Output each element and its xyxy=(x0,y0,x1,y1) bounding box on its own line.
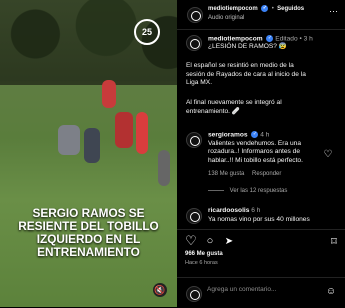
more-options-icon[interactable]: ⋯ xyxy=(329,7,338,16)
audio-label[interactable]: Audio original xyxy=(208,15,244,21)
comment-age: 6 h xyxy=(251,207,261,214)
comment-avatar[interactable] xyxy=(186,132,202,148)
post-author[interactable]: mediotiempocom ✓ • Seguidos xyxy=(208,5,304,12)
replies-toggle[interactable]: Ver las 12 respuestas xyxy=(208,187,287,196)
caption-line: ¿LESIÓN DE RAMOS? 😰 xyxy=(208,43,287,50)
video-caption: SERGIO RAMOS SE RESIENTE DEL TOBILLO IZQ… xyxy=(18,206,159,259)
post-actions: ♡ ○ ➤ ⌑ xyxy=(177,229,345,262)
comment-composer: Agrega un comentario... ☺ xyxy=(177,277,345,308)
post-media[interactable]: 25 SERGIO RAMOS SE RESIENTE DEL TOBILLO … xyxy=(0,0,177,307)
comment-meta: 138 Me gusta Responder xyxy=(208,170,281,179)
current-user-avatar xyxy=(186,286,202,302)
caption-line: El español se resintió en medio de la xyxy=(186,62,294,69)
post-body: mediotiempocom ✓ Editado • 3 h ¿LESIÓN D… xyxy=(177,35,345,230)
player-figure xyxy=(136,112,148,154)
comment-text: rozadura..! Informaros antes de xyxy=(208,148,300,156)
share-icon[interactable]: ➤ xyxy=(223,235,235,247)
player-figure xyxy=(158,150,170,186)
comment-username[interactable]: ricardoosolis xyxy=(208,207,249,214)
player-figure xyxy=(58,125,80,155)
player-figure xyxy=(102,80,116,108)
emoji-icon[interactable]: ☺ xyxy=(325,285,337,297)
post-username[interactable]: mediotiempocom xyxy=(208,35,263,42)
post-age: 3 h xyxy=(303,35,313,43)
author-avatar[interactable] xyxy=(186,35,202,51)
comment-text: Ya nomas vino por sus 40 millones xyxy=(208,215,310,223)
reply-button[interactable]: Responder xyxy=(252,171,281,177)
mute-button[interactable]: 🔇 xyxy=(153,283,167,297)
verified-icon: ✓ xyxy=(251,131,259,138)
post-sidebar: mediotiempocom ✓ • Seguidos Audio origin… xyxy=(177,0,345,307)
comment-author-line: ricardoosolis 6 h xyxy=(208,207,260,216)
username[interactable]: mediotiempocom xyxy=(208,6,258,12)
comment-avatar[interactable] xyxy=(186,208,202,224)
caption-line: Al final nuevamente se integró al xyxy=(186,99,282,106)
caption-line: Liga MX. xyxy=(186,79,213,87)
caption-line: sesión de Rayados de cara al inicio de l… xyxy=(186,70,306,78)
comment-icon[interactable]: ○ xyxy=(204,235,216,247)
bookmark-icon[interactable]: ⌑ xyxy=(328,235,340,248)
channel-logo: 25 xyxy=(134,19,160,45)
player-figure xyxy=(84,128,100,163)
comment-username[interactable]: sergioramos xyxy=(208,131,248,138)
speaker-muted-icon: 🔇 xyxy=(154,284,166,295)
comment-age: 4 h xyxy=(260,131,270,139)
comment-text: hablar..!! Mi tobillo está perfecto. xyxy=(208,156,303,164)
post-time: Hace 6 horas xyxy=(185,260,218,266)
caption-line: entrenamiento. 🩹 xyxy=(186,107,241,115)
comment-author-line: sergioramos ✓ 4 h xyxy=(208,131,269,140)
avatar[interactable] xyxy=(187,7,203,23)
like-heart-icon[interactable]: ♡ xyxy=(185,233,197,248)
comment-likes[interactable]: 138 Me gusta xyxy=(208,171,244,177)
player-figure xyxy=(115,112,133,148)
comment-input[interactable]: Agrega un comentario... xyxy=(207,286,276,293)
verified-icon: ✓ xyxy=(261,5,269,12)
likes-count[interactable]: 966 Me gusta xyxy=(185,251,223,257)
comment-text: Valientes vendehumos. Era una xyxy=(208,139,301,147)
replies-toggle-label[interactable]: Ver las 12 respuestas xyxy=(230,188,288,194)
verified-icon: ✓ xyxy=(266,35,274,42)
post-header: mediotiempocom ✓ • Seguidos Audio origin… xyxy=(177,0,345,30)
post-edited: Editado xyxy=(275,35,298,43)
follow-status[interactable]: Seguidos xyxy=(277,6,304,12)
comment-like-heart-icon[interactable]: ♡ xyxy=(323,149,333,160)
